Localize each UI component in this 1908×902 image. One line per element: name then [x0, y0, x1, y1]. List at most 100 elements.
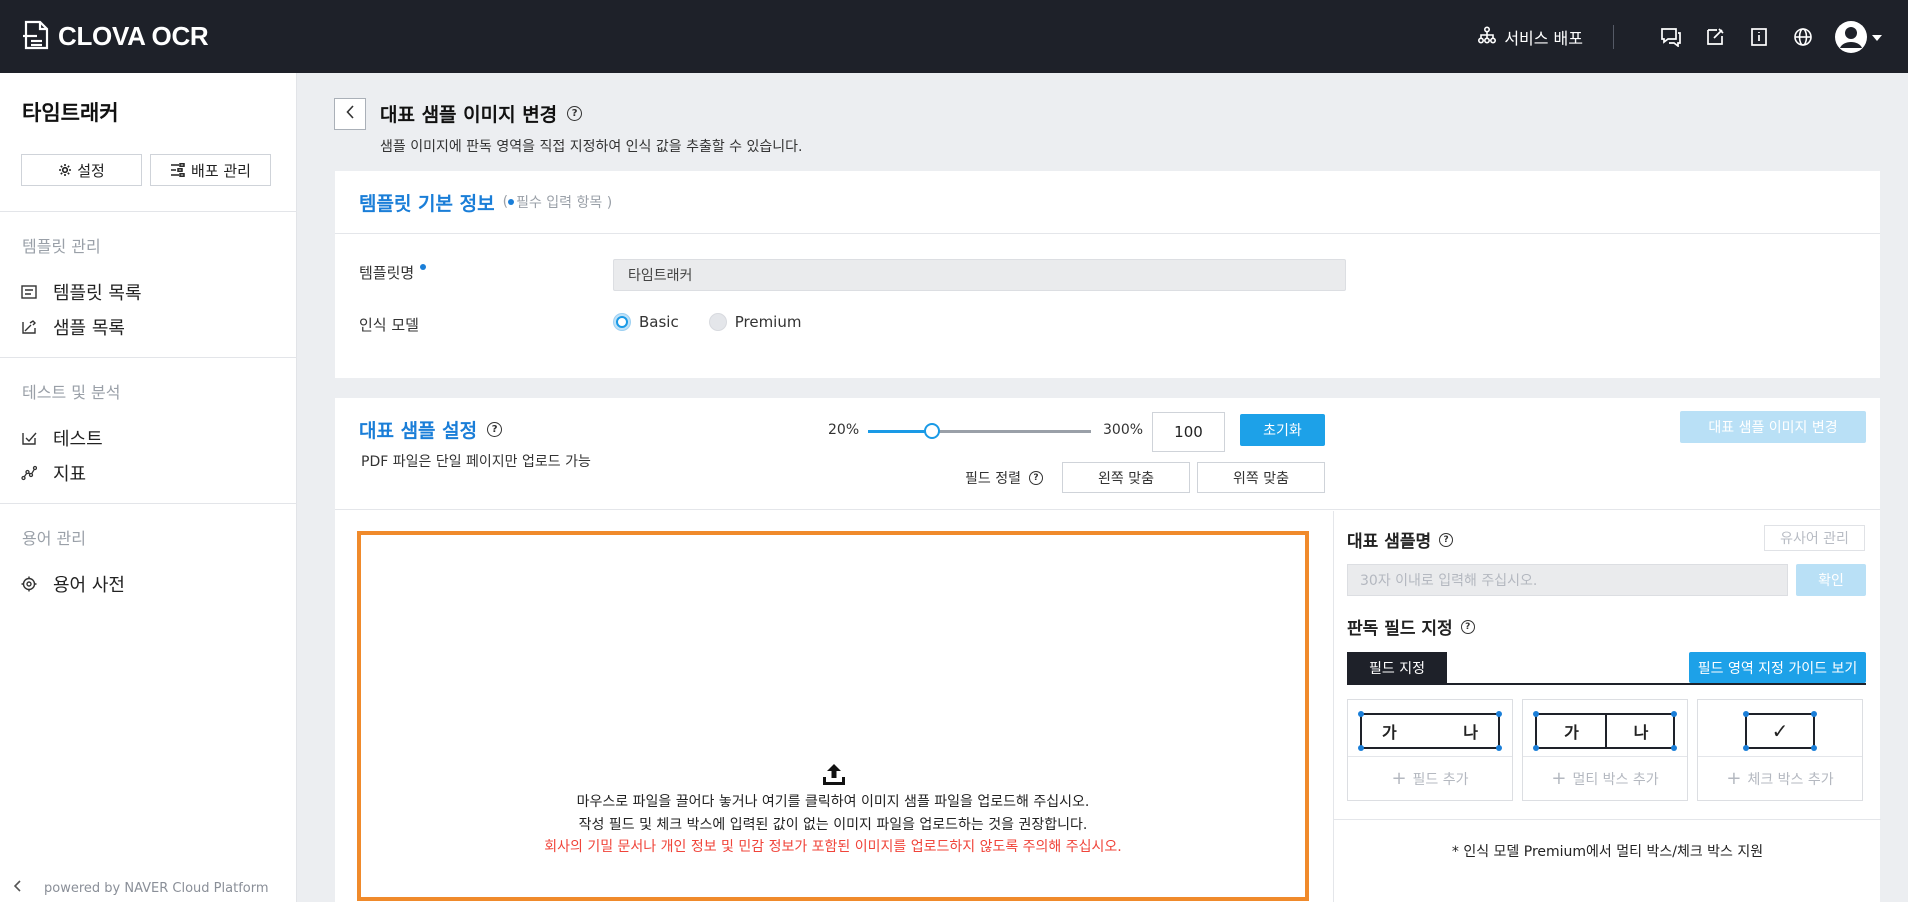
resize-handle [1811, 745, 1817, 751]
sliders-icon [170, 163, 186, 177]
tab-field-designation[interactable]: 필드 지정 [1347, 652, 1447, 684]
resize-handle [1743, 745, 1749, 751]
template-info-card: 템플릿 기본 정보 (필수 입력 항목 ) 템플릿명 타임트래커 인식 모델 B… [335, 171, 1880, 378]
field-designation-heading: 판독 필드 지정 ? [1347, 614, 1475, 639]
sidebar-item-dictionary[interactable]: 용어 사전 [20, 571, 125, 597]
service-deploy-label: 서비스 배포 [1504, 28, 1583, 48]
back-button[interactable] [334, 98, 366, 130]
info-panel-icon[interactable] [1746, 24, 1772, 50]
settings-button[interactable]: 설정 [21, 154, 142, 186]
help-icon[interactable]: ? [567, 106, 583, 121]
edit-icon[interactable] [1702, 24, 1728, 50]
help-icon[interactable]: ? [1439, 532, 1454, 547]
chevron-left-icon[interactable] [13, 880, 22, 896]
section-template-manage: 템플릿 관리 [22, 237, 101, 256]
premium-support-note: * 인식 모델 Premium에서 멀티 박스/체크 박스 지원 [1451, 844, 1764, 860]
resize-handle [1671, 711, 1677, 717]
dropzone-warning: 회사의 기밀 문서나 개인 정보 및 민감 정보가 포함된 이미지를 업로드하지… [544, 839, 1122, 855]
field-sample-box: 가 나 [1358, 711, 1502, 751]
change-sample-image-button[interactable]: 대표 샘플 이미지 변경 [1680, 411, 1866, 443]
chevron-down-icon [1872, 29, 1882, 45]
logo-text: CLOVA OCR [58, 21, 209, 51]
add-multi-box-card[interactable]: 가 나 + 멀티 박스 추가 [1522, 699, 1688, 801]
check-icon: ✓ [1771, 719, 1789, 743]
service-deploy-button[interactable]: 서비스 배포 [1478, 25, 1583, 49]
clova-ocr-logo[interactable]: CLOVA OCR [22, 20, 209, 54]
template-name-label: 템플릿명 [359, 262, 428, 283]
add-field-card[interactable]: 가 나 + 필드 추가 [1347, 699, 1513, 801]
sidebar-item-label: 샘플 목록 [53, 318, 125, 339]
sample-name-title: 대표 샘플명 [1347, 532, 1432, 552]
resize-handle [1533, 745, 1539, 751]
user-avatar-icon[interactable] [1834, 20, 1882, 54]
plus-icon: + [1391, 768, 1407, 789]
zoom-value-input[interactable]: 100 [1152, 412, 1225, 452]
divider [1613, 24, 1614, 49]
graph-icon [20, 464, 38, 482]
sidebar-item-metrics[interactable]: 지표 [20, 460, 86, 486]
sidebar: 타임트래커 설정 배포 관리 템플릿 관리 템플릿 목록 샘플 목록 테스트 및… [0, 73, 297, 902]
model-label: 인식 모델 [359, 316, 419, 334]
resize-handle [1743, 711, 1749, 717]
zoom-max-label: 300% [1103, 422, 1144, 438]
org-chart-icon [1478, 25, 1497, 48]
sidebar-item-template-list[interactable]: 템플릿 목록 [20, 279, 142, 305]
divider [0, 357, 297, 358]
align-left-button[interactable]: 왼쪽 맞춤 [1062, 462, 1190, 493]
image-edit-icon [20, 318, 38, 336]
page-title: 대표 샘플 이미지 변경 ? [380, 100, 583, 127]
sample-settings-title: 대표 샘플 설정 [359, 420, 478, 442]
radio-basic[interactable] [613, 313, 631, 331]
zoom-slider-handle[interactable] [923, 423, 940, 439]
plus-icon: + [1551, 768, 1567, 789]
upload-icon [821, 763, 847, 791]
template-name-input[interactable]: 타임트래커 [613, 259, 1346, 291]
sample-name-input[interactable]: 30자 이내로 입력해 주십시오. [1347, 564, 1788, 596]
radio-basic-label: Basic [639, 313, 679, 331]
resize-handle [1533, 711, 1539, 717]
sample-settings-heading: 대표 샘플 설정 ? [359, 416, 503, 443]
confirm-button[interactable]: 확인 [1796, 564, 1866, 596]
chat-icon[interactable] [1658, 24, 1684, 50]
zoom-slider[interactable] [868, 423, 1091, 439]
settings-button-label: 설정 [77, 161, 105, 180]
help-icon[interactable]: ? [487, 422, 503, 437]
add-field-button[interactable]: + 필드 추가 [1348, 757, 1512, 801]
image-upload-dropzone[interactable]: 마우스로 파일을 끌어다 놓거나 여기를 클릭하여 이미지 샘플 파일을 업로드… [357, 531, 1309, 901]
reset-button[interactable]: 초기화 [1240, 414, 1325, 446]
sidebar-item-label: 템플릿 목록 [53, 283, 142, 304]
sample-char-b: 나 [1463, 723, 1478, 742]
help-icon[interactable]: ? [1028, 471, 1043, 485]
similar-words-button[interactable]: 유사어 관리 [1764, 525, 1865, 551]
multi-box-sample: 가 나 [1533, 711, 1677, 751]
sidebar-item-label: 용어 사전 [53, 575, 125, 596]
field-align-label-text: 필드 정렬 [965, 471, 1021, 487]
add-multi-box-button[interactable]: + 멀티 박스 추가 [1523, 757, 1687, 801]
add-checkbox-card[interactable]: ✓ + 체크 박스 추가 [1697, 699, 1863, 801]
required-dot-icon [420, 264, 427, 270]
align-top-button[interactable]: 위쪽 맞춤 [1197, 462, 1325, 493]
template-info-title: 템플릿 기본 정보 [359, 192, 495, 215]
required-note: (필수 입력 항목 ) [503, 192, 613, 212]
resize-handle [1496, 745, 1502, 751]
add-checkbox-button[interactable]: + 체크 박스 추가 [1698, 757, 1862, 801]
sidebar-item-sample-list[interactable]: 샘플 목록 [20, 314, 125, 340]
check-doc-icon [20, 429, 38, 447]
sidebar-item-test[interactable]: 테스트 [20, 425, 103, 451]
sidebar-title: 타임트래커 [22, 101, 119, 125]
resize-handle [1358, 745, 1364, 751]
help-icon[interactable]: ? [1460, 619, 1475, 634]
globe-icon[interactable] [1790, 24, 1816, 50]
field-guide-button[interactable]: 필드 영역 지정 가이드 보기 [1689, 652, 1866, 683]
resize-handle [1496, 711, 1502, 717]
deploy-manage-button[interactable]: 배포 관리 [150, 154, 271, 186]
deploy-manage-button-label: 배포 관리 [191, 161, 251, 180]
pdf-note: PDF 파일은 단일 페이지만 업로드 가능 [361, 454, 591, 470]
radio-premium[interactable] [708, 313, 727, 331]
top-bar: CLOVA OCR 서비스 배포 [0, 0, 1908, 73]
sidebar-item-label: 테스트 [53, 429, 103, 450]
template-name-label-text: 템플릿명 [359, 264, 415, 282]
gear-icon [58, 163, 72, 177]
radio-premium-label: Premium [734, 313, 802, 331]
resize-handle [1358, 711, 1364, 717]
